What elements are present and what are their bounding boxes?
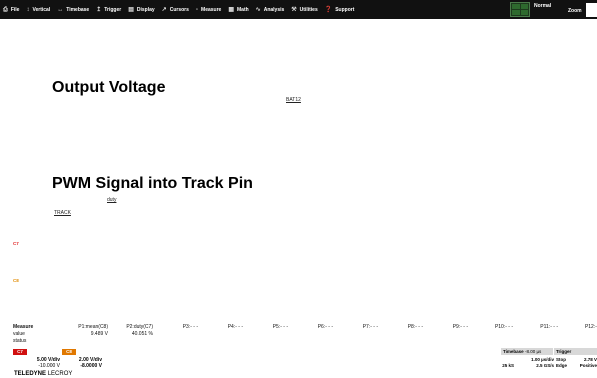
menu-label: Cursors bbox=[169, 6, 189, 13]
menu-label: File bbox=[10, 6, 20, 13]
trigger-type-value[interactable]: Edge bbox=[556, 363, 567, 368]
trigger-mode-icon[interactable] bbox=[510, 2, 530, 17]
channel-c8-badge[interactable]: C8 bbox=[62, 349, 76, 355]
channel-c7-badge[interactable]: C7 bbox=[13, 349, 27, 355]
trigger-icon: ↥ bbox=[96, 6, 102, 13]
brand-bold: TELEDYNE bbox=[14, 371, 47, 377]
menu-vertical[interactable]: ↕ Vertical bbox=[23, 0, 54, 19]
menu-measure[interactable]: ▫ Measure bbox=[193, 0, 225, 19]
measure-param-12-name[interactable]: P12:- - - bbox=[557, 324, 597, 330]
duty-label[interactable]: duty bbox=[107, 197, 116, 203]
display-icon: ▤ bbox=[128, 6, 134, 13]
trigger-level-value[interactable]: 2.78 V bbox=[573, 357, 597, 362]
menu-label: Measure bbox=[201, 6, 222, 13]
trigger-mode-label[interactable]: Normal bbox=[534, 3, 551, 9]
timebase-icon: ↔ bbox=[57, 6, 64, 13]
menu-label: Support bbox=[335, 6, 355, 13]
measure-param-7-name[interactable]: P7:- - - bbox=[332, 324, 378, 330]
measure-param-5-name[interactable]: P5:- - - bbox=[242, 324, 288, 330]
menu-cursors[interactable]: ↗ Cursors bbox=[159, 0, 193, 19]
timebase-delay: -8.00 µs bbox=[524, 349, 542, 354]
measure-param-1-value: 9.489 V bbox=[90, 331, 108, 337]
trigger-header[interactable]: Trigger bbox=[554, 348, 597, 355]
menu-support[interactable]: ❓ Support bbox=[322, 0, 359, 19]
measure-icon: ▫ bbox=[195, 6, 199, 13]
measure-param-4-name[interactable]: P4:- - - bbox=[197, 324, 243, 330]
cursors-icon: ↗ bbox=[161, 6, 167, 13]
menu-bar: ⎙ File ↕ Vertical ↔ Timebase ↥ Trigger ▤ Display ↗… bbox=[0, 0, 597, 19]
menu-label: Vertical bbox=[32, 6, 51, 13]
measure-status-label: status bbox=[13, 338, 27, 344]
analysis-icon: ∿ bbox=[255, 6, 261, 13]
menu-analysis[interactable]: ∿ Analysis bbox=[253, 0, 289, 19]
menu-label: Math bbox=[237, 6, 249, 13]
timebase-rate[interactable]: 1.00 µs/div bbox=[520, 357, 554, 362]
zoom-label[interactable]: Zoom bbox=[568, 8, 582, 14]
measure-table: Measure value status P1:mean(C8) 9.489 VP… bbox=[0, 321, 597, 347]
timebase-label: Timebase bbox=[503, 349, 524, 354]
channel-c7-offset[interactable]: -10.000 V bbox=[20, 363, 60, 369]
vertical-icon: ↕ bbox=[26, 6, 30, 13]
measure-param-8-name[interactable]: P8:- - - bbox=[377, 324, 423, 330]
pwm-signal-heading: PWM Signal into Track Pin bbox=[52, 175, 253, 192]
support-icon: ❓ bbox=[324, 6, 333, 13]
trigger-slope-value[interactable]: Positive bbox=[573, 363, 597, 368]
trigger-mode-value[interactable]: Stop bbox=[556, 357, 566, 362]
output-voltage-heading: Output Voltage bbox=[52, 79, 166, 96]
c8-trace-marker[interactable]: C8 bbox=[13, 278, 19, 283]
utilities-icon: ⚒ bbox=[291, 6, 297, 13]
measure-label[interactable]: Measure bbox=[13, 324, 33, 330]
measure-param-2-name[interactable]: P2:duty(C7) bbox=[107, 324, 153, 330]
menu-timebase[interactable]: ↔ Timebase bbox=[54, 0, 93, 19]
file-icon: ⎙ bbox=[3, 6, 8, 13]
brand-light: LECROY bbox=[47, 371, 73, 377]
brand-logo: TELEDYNE LECROY bbox=[14, 371, 72, 377]
timebase-header[interactable]: Timebase -8.00 µs bbox=[501, 348, 553, 355]
measure-param-3-name[interactable]: P3:- - - bbox=[152, 324, 198, 330]
menu-utilities[interactable]: ⚒ Utilities bbox=[288, 0, 321, 19]
track-label[interactable]: TRACK bbox=[54, 210, 71, 216]
measure-param-2-value: 40.051 % bbox=[131, 331, 153, 337]
menu-label: Display bbox=[136, 6, 155, 13]
channel-c8-offset[interactable]: -8.0000 V bbox=[62, 363, 102, 369]
c7-trace-marker[interactable]: C7 bbox=[13, 241, 19, 246]
menu-label: Timebase bbox=[66, 6, 90, 13]
measure-param-9-name[interactable]: P9:- - - bbox=[422, 324, 468, 330]
measure-param-11-name[interactable]: P11:- - - bbox=[512, 324, 558, 330]
measure-param-1-name[interactable]: P1:mean(C8) bbox=[62, 324, 108, 330]
menu-file[interactable]: ⎙ File bbox=[0, 0, 23, 19]
menu-display[interactable]: ▤ Display bbox=[125, 0, 158, 19]
menu-trigger[interactable]: ↥ Trigger bbox=[93, 0, 125, 19]
menu-math[interactable]: ▦ Math bbox=[225, 0, 252, 19]
measure-param-6-name[interactable]: P6:- - - bbox=[287, 324, 333, 330]
measure-value-label: value bbox=[13, 331, 25, 337]
bat-label[interactable]: BAT12 bbox=[286, 97, 301, 103]
timebase-sample-rate[interactable]: 2.5 GS/s bbox=[520, 363, 554, 368]
timebase-samples[interactable]: 25 kS bbox=[490, 363, 514, 368]
menu-label: Utilities bbox=[299, 6, 318, 13]
measure-param-10-name[interactable]: P10:- - - bbox=[467, 324, 513, 330]
math-icon: ▦ bbox=[228, 6, 234, 13]
zoom-box[interactable] bbox=[586, 3, 597, 17]
menu-label: Analysis bbox=[263, 6, 285, 13]
menu-label: Trigger bbox=[104, 6, 122, 13]
descriptor-bar: C7 5.00 V/div -10.000 V C8 2.00 V/div -8… bbox=[0, 347, 597, 378]
